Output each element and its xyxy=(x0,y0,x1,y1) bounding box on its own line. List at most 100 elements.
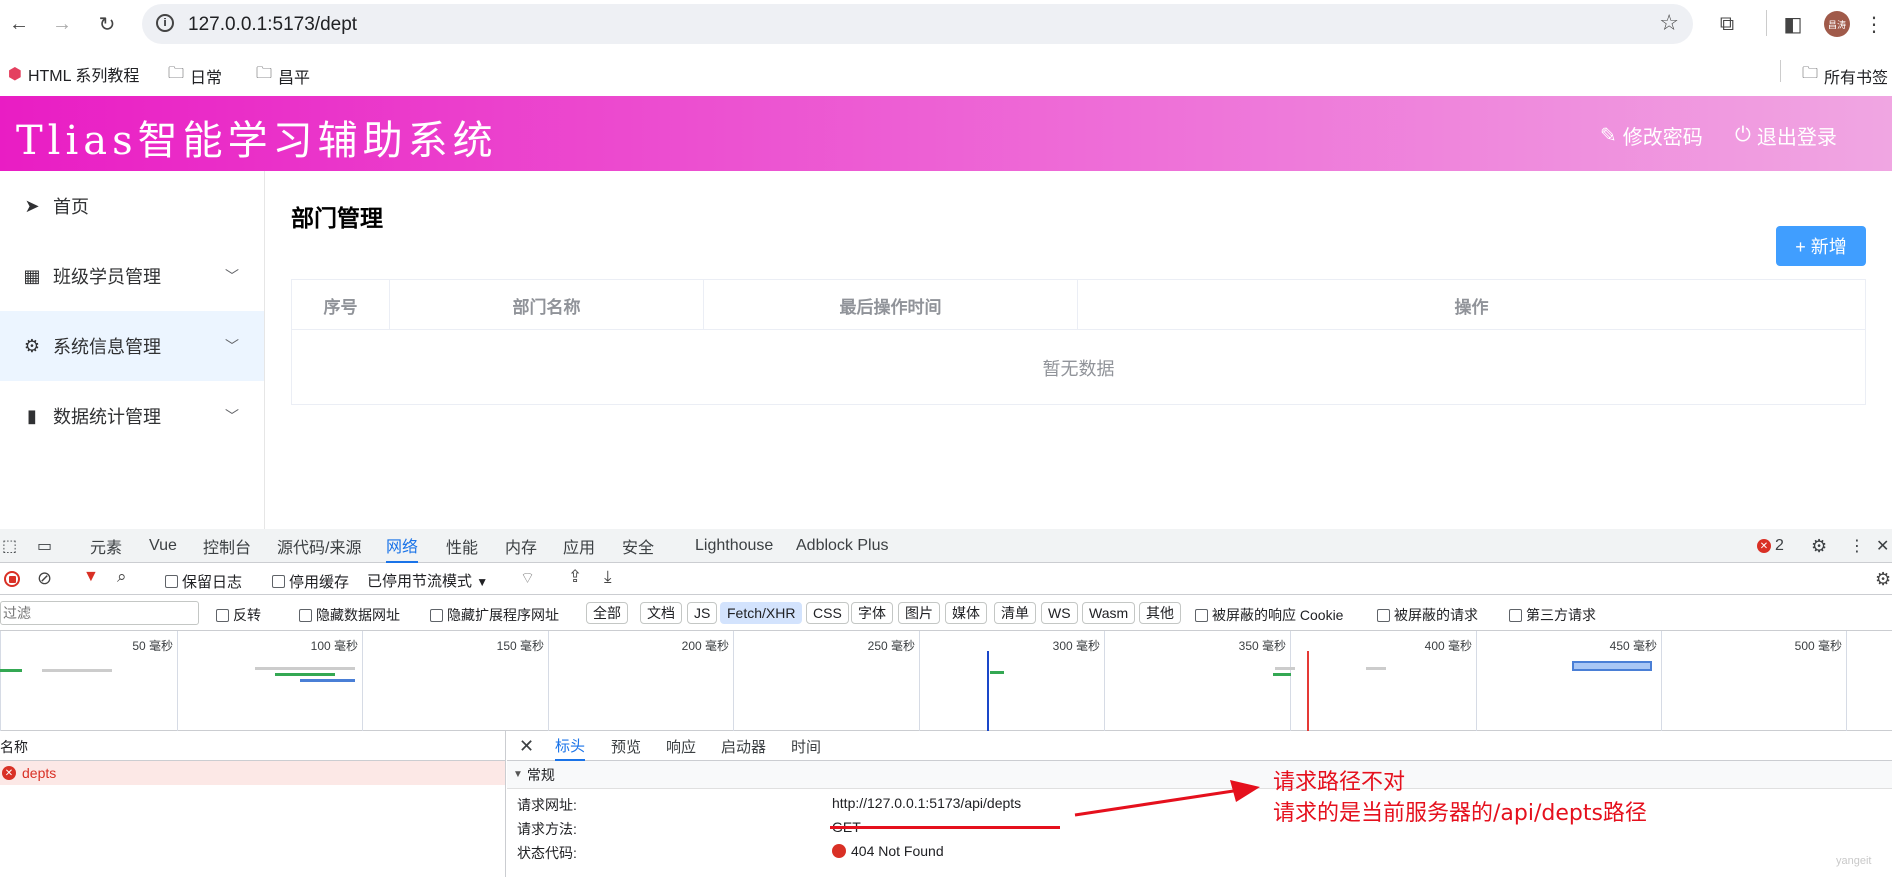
network-conditions-icon[interactable]: ⌔ xyxy=(520,568,535,588)
error-counter[interactable]: ✕ 2 xyxy=(1757,529,1784,563)
edit-icon: ✎ xyxy=(1600,125,1617,147)
error-icon: ✕ xyxy=(2,766,16,780)
request-list: 名称 ✕ depts xyxy=(0,731,506,877)
change-password-link[interactable]: ✎ 修改密码 xyxy=(1600,121,1703,150)
tab-adblock[interactable]: Adblock Plus xyxy=(796,529,889,563)
bookmark-label: 昌平 xyxy=(278,69,311,87)
tab-console[interactable]: 控制台 xyxy=(203,529,251,563)
tab-vue[interactable]: Vue xyxy=(149,529,177,563)
network-settings-icon[interactable]: ⚙ xyxy=(1875,569,1891,590)
timeline-bar xyxy=(990,671,1004,674)
download-icon[interactable]: ⤓ xyxy=(604,567,612,587)
timeline-bar xyxy=(1273,673,1291,676)
bookmark-label: 所有书签 xyxy=(1824,69,1889,87)
more-options-icon[interactable]: ⋮ xyxy=(1849,529,1865,563)
tab-security[interactable]: 安全 xyxy=(622,529,654,563)
device-toggle-icon[interactable]: ▭ xyxy=(37,529,52,563)
sidebar-item-system-info[interactable]: ⚙ 系统信息管理 ﹀ xyxy=(0,311,264,381)
tab-application[interactable]: 应用 xyxy=(563,529,595,563)
all-bookmarks[interactable]: 🗀 所有书签 xyxy=(1802,62,1888,89)
back-icon[interactable]: ← xyxy=(5,10,33,38)
gear-icon: ⚙ xyxy=(23,335,41,356)
preserve-log-checkbox[interactable]: 保留日志 xyxy=(165,571,242,592)
bookmark-star-icon[interactable]: ☆ xyxy=(1659,10,1679,36)
tab-memory[interactable]: 内存 xyxy=(505,529,537,563)
tab-performance[interactable]: 性能 xyxy=(446,529,478,563)
clear-icon[interactable]: ⊘ xyxy=(37,568,52,589)
type-filter-wasm[interactable]: Wasm xyxy=(1082,602,1136,624)
type-filter-all[interactable]: 全部 xyxy=(586,602,628,624)
inspect-icon[interactable]: ⬚ xyxy=(2,529,17,563)
type-filter-other[interactable]: 其他 xyxy=(1139,602,1181,624)
avatar[interactable]: 昌涛 xyxy=(1824,11,1850,37)
url-value: http://127.0.0.1:5173/api/depts xyxy=(832,795,1022,811)
sidebar-item-data-stats[interactable]: ▮ 数据统计管理 ﹀ xyxy=(0,381,264,451)
site-info-icon[interactable]: i xyxy=(156,14,174,32)
bookmark-folder-changping[interactable]: 🗀 昌平 xyxy=(256,62,310,89)
request-row-depts[interactable]: ✕ depts xyxy=(0,761,505,785)
upload-icon[interactable]: ⇪ xyxy=(568,567,582,587)
blocked-requests-checkbox[interactable]: 被屏蔽的请求 xyxy=(1377,605,1478,625)
third-party-checkbox[interactable]: 第三方请求 xyxy=(1509,605,1596,625)
invert-checkbox[interactable]: 反转 xyxy=(216,605,261,625)
forward-icon[interactable]: → xyxy=(48,10,76,38)
type-filter-js[interactable]: JS xyxy=(687,602,718,624)
timeline-tick: 500 毫秒 xyxy=(1661,631,1847,731)
address-bar[interactable]: i 127.0.0.1:5173/dept ☆ xyxy=(142,4,1693,44)
type-filter-font[interactable]: 字体 xyxy=(851,602,893,624)
menu-icon[interactable]: ⋮ xyxy=(1860,10,1888,38)
annotation-line-1: 请求路径不对 xyxy=(1273,770,1406,795)
watermark: yangeit xyxy=(1836,855,1872,867)
tab-elements[interactable]: 元素 xyxy=(90,529,122,563)
chevron-down-icon: ﹀ xyxy=(225,338,239,354)
side-panel-icon[interactable]: ◧ xyxy=(1779,10,1807,38)
hide-data-urls-checkbox[interactable]: 隐藏数据网址 xyxy=(299,605,400,625)
add-button[interactable]: + 新增 xyxy=(1776,226,1866,266)
timeline-tick: 50 毫秒 xyxy=(0,631,177,731)
disable-cache-checkbox[interactable]: 停用缓存 xyxy=(272,571,349,592)
filter-icon[interactable]: ▼ xyxy=(83,568,99,586)
bookmark-html[interactable]: ⬢ HTML 系列教程 xyxy=(8,62,139,86)
search-icon[interactable]: ⌕ xyxy=(117,567,127,587)
type-filter-media[interactable]: 媒体 xyxy=(945,602,987,624)
type-filter-img[interactable]: 图片 xyxy=(898,602,940,624)
type-filter-doc[interactable]: 文档 xyxy=(640,602,682,624)
timeline-tick: 250 毫秒 xyxy=(733,631,919,731)
tab-lighthouse[interactable]: Lighthouse xyxy=(695,529,773,563)
page-title: 部门管理 xyxy=(291,205,383,231)
timeline-bar xyxy=(255,667,355,670)
extensions-icon[interactable]: ⧉ xyxy=(1713,10,1741,38)
close-icon[interactable]: ✕ xyxy=(519,731,534,761)
error-icon: ✕ xyxy=(1757,539,1771,553)
tab-initiator[interactable]: 启动器 xyxy=(721,731,766,761)
throttle-select[interactable]: 已停用节流模式 ▼ xyxy=(367,570,488,591)
type-filter-fetch[interactable]: Fetch/XHR xyxy=(720,602,803,624)
reload-icon[interactable]: ↻ xyxy=(93,10,121,38)
filter-input[interactable] xyxy=(0,601,199,625)
tab-network[interactable]: 网络 xyxy=(386,529,419,563)
tab-headers[interactable]: 标头 xyxy=(555,731,586,761)
sidebar-item-home[interactable]: ➤ 首页 xyxy=(0,171,264,241)
blocked-cookies-checkbox[interactable]: 被屏蔽的响应 Cookie xyxy=(1195,605,1343,625)
close-icon[interactable]: ✕ xyxy=(1876,529,1889,563)
tick-label: 150 毫秒 xyxy=(496,639,544,653)
sidebar-item-class-students[interactable]: ▦ 班级学员管理 ﹀ xyxy=(0,241,264,311)
tab-sources[interactable]: 源代码/来源 xyxy=(277,529,361,563)
tab-preview[interactable]: 预览 xyxy=(611,731,641,761)
dom-content-loaded-line xyxy=(987,651,989,731)
tab-response[interactable]: 响应 xyxy=(666,731,696,761)
tick-label: 200 毫秒 xyxy=(681,639,729,653)
tab-timing[interactable]: 时间 xyxy=(791,731,821,761)
network-overview[interactable]: 50 毫秒 100 毫秒 150 毫秒 200 毫秒 250 毫秒 300 毫秒… xyxy=(0,631,1892,731)
throttle-label: 已停用节流模式 xyxy=(367,573,473,590)
type-filter-manifest[interactable]: 清单 xyxy=(994,602,1036,624)
logout-link[interactable]: ⏻ 退出登录 xyxy=(1735,121,1837,150)
record-icon[interactable] xyxy=(4,571,20,587)
bookmark-folder-daily[interactable]: 🗀 日常 xyxy=(168,62,222,89)
annotation-underline xyxy=(830,826,1060,829)
type-filter-ws[interactable]: WS xyxy=(1041,602,1078,624)
dept-table: 序号 部门名称 最后操作时间 操作 暂无数据 xyxy=(291,279,1866,405)
type-filter-css[interactable]: CSS xyxy=(806,602,849,624)
hide-ext-urls-checkbox[interactable]: 隐藏扩展程序网址 xyxy=(430,605,559,625)
settings-gear-icon[interactable]: ⚙ xyxy=(1811,529,1827,563)
